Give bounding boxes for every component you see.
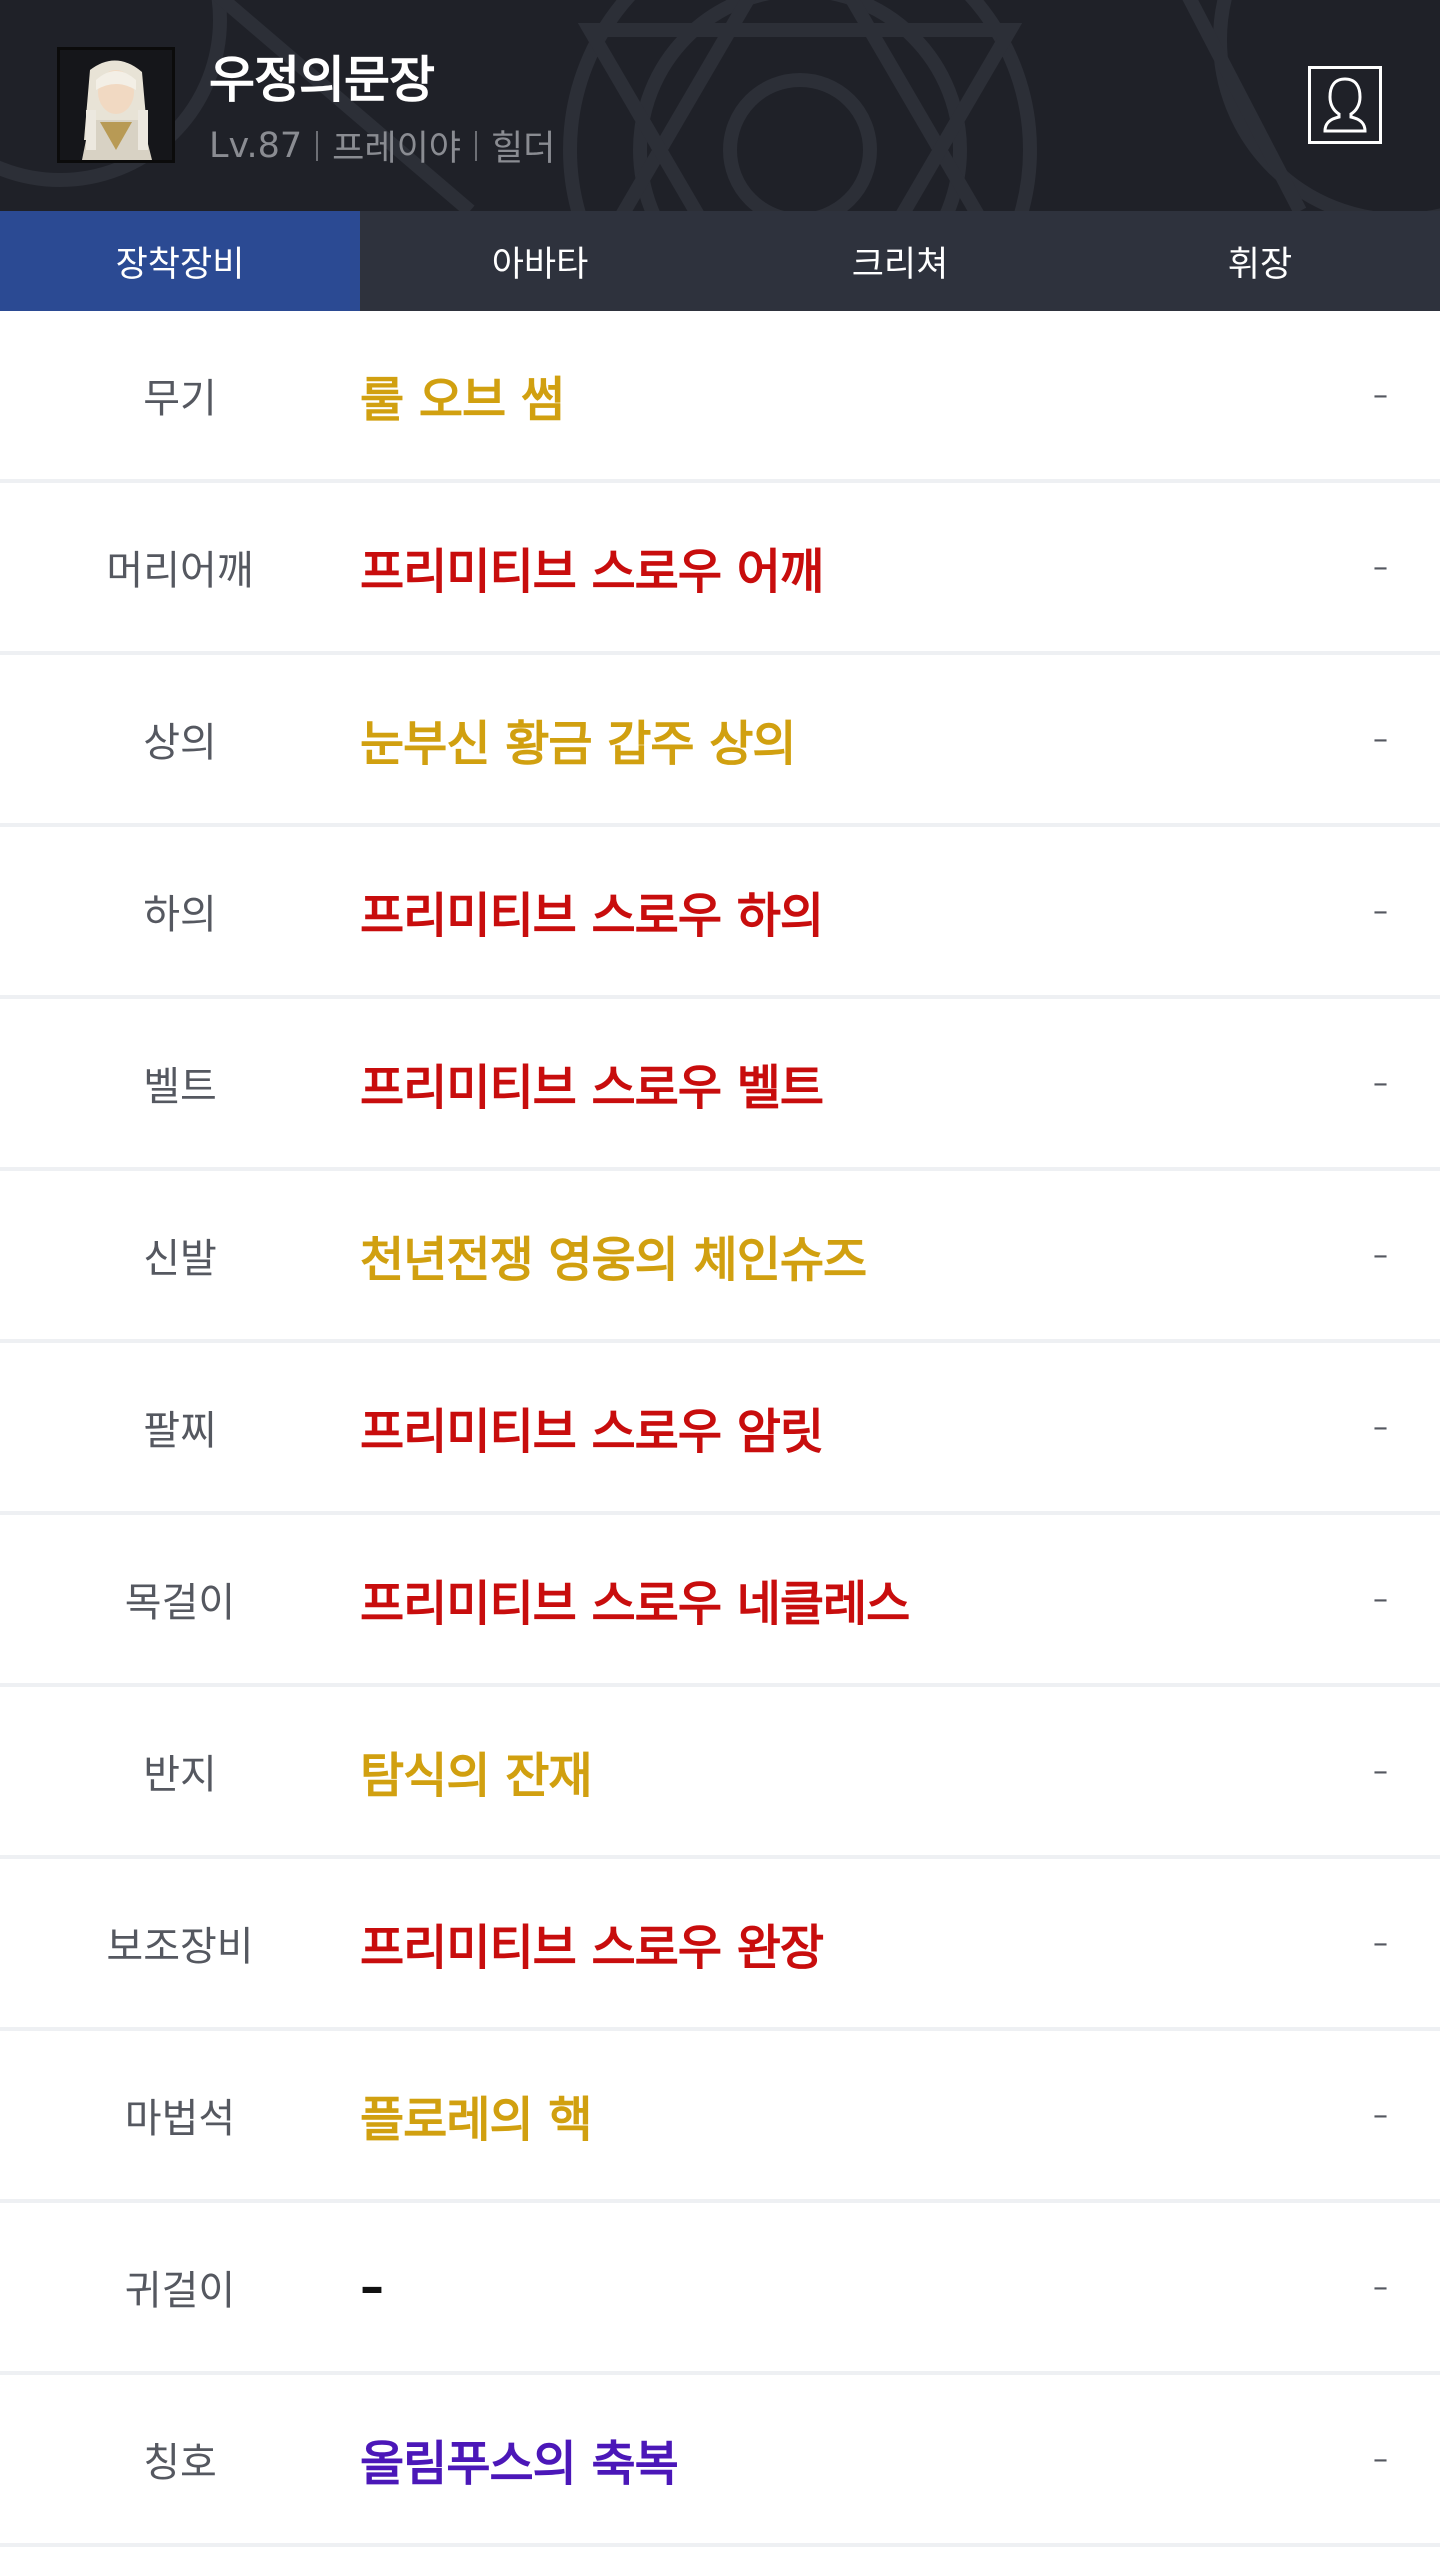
equipment-row-shoulder[interactable]: 머리어깨 프리미티브 스로우 어깨 – — [0, 483, 1440, 655]
character-avatar — [57, 47, 175, 163]
equipment-row-ring[interactable]: 반지 탐식의 잔재 – — [0, 1687, 1440, 1859]
tab-equipment[interactable]: 장착장비 — [0, 211, 360, 311]
item-extra: – — [1373, 377, 1388, 413]
item-name[interactable]: 올림푸스의 축복 — [360, 2375, 679, 2543]
equipment-row-necklace[interactable]: 목걸이 프리미티브 스로우 네클레스 – — [0, 1515, 1440, 1687]
character-level: Lv.87 — [209, 125, 303, 166]
tab-creature[interactable]: 크리쳐 — [720, 211, 1080, 311]
item-name[interactable]: 프리미티브 스로우 네클레스 — [360, 1515, 910, 1683]
item-extra: – — [1373, 1065, 1388, 1101]
slot-label: 무기 — [143, 376, 217, 422]
character-server: 프레이야 — [332, 129, 461, 169]
tab-bar: 장착장비 아바타 크리쳐 휘장 — [0, 211, 1440, 311]
slot-label: 하의 — [143, 892, 217, 938]
equipment-row-bracelet[interactable]: 팔찌 프리미티브 스로우 암릿 – — [0, 1343, 1440, 1515]
tab-avatar[interactable]: 아바타 — [360, 211, 720, 311]
item-extra: – — [1373, 1581, 1388, 1617]
item-name[interactable]: 프리미티브 스로우 어깨 — [360, 483, 824, 651]
slot-label: 머리어깨 — [106, 548, 254, 594]
divider — [474, 130, 477, 161]
item-extra: – — [1373, 1925, 1388, 1961]
slot-label: 벨트 — [143, 1064, 217, 1110]
equipment-row-weapon[interactable]: 무기 룰 오브 썸 – — [0, 311, 1440, 483]
user-profile-icon — [1323, 77, 1367, 133]
slot-label: 보조장비 — [106, 1924, 254, 1970]
item-name[interactable]: 천년전쟁 영웅의 체인슈즈 — [360, 1171, 867, 1339]
character-name: 우정의문장 — [209, 51, 435, 109]
item-extra: – — [1373, 893, 1388, 929]
profile-button[interactable] — [1308, 66, 1382, 144]
item-name[interactable]: 프리미티브 스로우 암릿 — [360, 1343, 824, 1511]
item-name[interactable]: 탐식의 잔재 — [360, 1687, 593, 1855]
item-name[interactable]: 룰 오브 썸 — [360, 311, 565, 479]
slot-label: 귀걸이 — [124, 2268, 236, 2314]
tab-emblem[interactable]: 휘장 — [1080, 211, 1440, 311]
slot-label: 목걸이 — [124, 1580, 236, 1626]
equipment-row-title[interactable]: 칭호 올림푸스의 축복 – — [0, 2375, 1440, 2547]
slot-label: 상의 — [143, 720, 217, 766]
item-extra: – — [1373, 1237, 1388, 1273]
equipment-list: 무기 룰 오브 썸 – 머리어깨 프리미티브 스로우 어깨 – 상의 눈부신 황… — [0, 311, 1440, 2547]
equipment-row-support[interactable]: 보조장비 프리미티브 스로우 완장 – — [0, 1859, 1440, 2031]
equipment-row-earring[interactable]: 귀걸이 – – — [0, 2203, 1440, 2375]
slot-label: 팔찌 — [143, 1408, 217, 1454]
item-name[interactable]: 플로레의 핵 — [360, 2031, 593, 2199]
item-name[interactable]: 프리미티브 스로우 벨트 — [360, 999, 824, 1167]
equipment-row-top[interactable]: 상의 눈부신 황금 갑주 상의 – — [0, 655, 1440, 827]
equipment-row-belt[interactable]: 벨트 프리미티브 스로우 벨트 – — [0, 999, 1440, 1171]
slot-label: 반지 — [143, 1752, 217, 1798]
item-name: – — [360, 2259, 384, 2315]
slot-label: 신발 — [143, 1236, 217, 1282]
item-extra: – — [1373, 721, 1388, 757]
item-name[interactable]: 프리미티브 스로우 완장 — [360, 1859, 824, 2027]
item-extra: – — [1373, 549, 1388, 585]
divider — [316, 130, 319, 161]
item-name[interactable]: 프리미티브 스로우 하의 — [360, 827, 824, 995]
slot-label: 마법석 — [124, 2096, 236, 2142]
slot-label: 칭호 — [143, 2440, 217, 2486]
character-portrait-icon — [60, 50, 172, 160]
item-extra: – — [1373, 2097, 1388, 2133]
item-extra: – — [1373, 2269, 1388, 2305]
character-job: 힐더 — [490, 129, 556, 169]
item-extra: – — [1373, 1753, 1388, 1789]
character-header: 우정의문장 Lv.87 프레이야 힐더 — [0, 0, 1440, 211]
character-info: Lv.87 프레이야 힐더 — [209, 120, 555, 171]
equipment-row-bottom[interactable]: 하의 프리미티브 스로우 하의 – — [0, 827, 1440, 999]
item-extra: – — [1373, 2441, 1388, 2477]
equipment-row-shoes[interactable]: 신발 천년전쟁 영웅의 체인슈즈 – — [0, 1171, 1440, 1343]
equipment-row-magic-stone[interactable]: 마법석 플로레의 핵 – — [0, 2031, 1440, 2203]
item-extra: – — [1373, 1409, 1388, 1445]
item-name[interactable]: 눈부신 황금 갑주 상의 — [360, 655, 797, 823]
